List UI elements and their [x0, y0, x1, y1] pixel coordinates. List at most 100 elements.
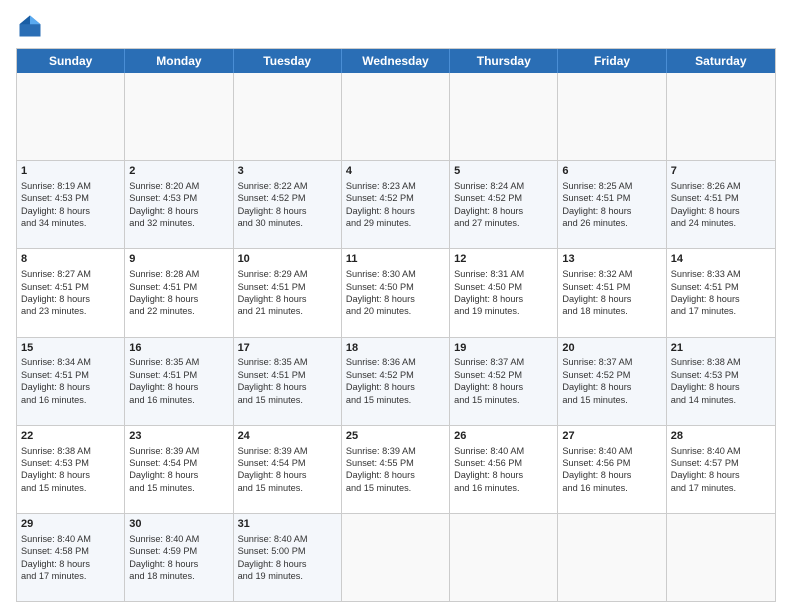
sunset-info: Sunset: 4:52 PM: [562, 370, 630, 380]
day-number: 4: [346, 164, 445, 179]
calendar-week-4: 15Sunrise: 8:34 AMSunset: 4:51 PMDayligh…: [17, 338, 775, 426]
sunset-info: Sunset: 4:51 PM: [238, 282, 306, 292]
cal-day-25: 25Sunrise: 8:39 AMSunset: 4:55 PMDayligh…: [342, 426, 450, 513]
cal-day-6: 6Sunrise: 8:25 AMSunset: 4:51 PMDaylight…: [558, 161, 666, 248]
day-number: 3: [238, 164, 337, 179]
sunrise-info: Sunrise: 8:23 AM: [346, 181, 416, 191]
daylight-hours: Daylight: 8 hours: [562, 206, 631, 216]
sunset-info: Sunset: 5:00 PM: [238, 546, 306, 556]
sunset-info: Sunset: 4:51 PM: [671, 282, 739, 292]
cal-day-12: 12Sunrise: 8:31 AMSunset: 4:50 PMDayligh…: [450, 249, 558, 336]
cal-day-27: 27Sunrise: 8:40 AMSunset: 4:56 PMDayligh…: [558, 426, 666, 513]
sunset-info: Sunset: 4:52 PM: [238, 193, 306, 203]
sunrise-info: Sunrise: 8:28 AM: [129, 269, 199, 279]
daylight-hours: Daylight: 8 hours: [129, 470, 198, 480]
cal-day-30: 30Sunrise: 8:40 AMSunset: 4:59 PMDayligh…: [125, 514, 233, 601]
day-number: 30: [129, 517, 228, 532]
header-day-saturday: Saturday: [667, 49, 775, 73]
sunrise-info: Sunrise: 8:20 AM: [129, 181, 199, 191]
daylight-hours: Daylight: 8 hours: [346, 294, 415, 304]
day-number: 2: [129, 164, 228, 179]
sunrise-info: Sunrise: 8:35 AM: [129, 357, 199, 367]
daylight-continuation: and 29 minutes.: [346, 218, 411, 228]
daylight-hours: Daylight: 8 hours: [238, 559, 307, 569]
cal-day-5: 5Sunrise: 8:24 AMSunset: 4:52 PMDaylight…: [450, 161, 558, 248]
sunset-info: Sunset: 4:51 PM: [562, 193, 630, 203]
daylight-hours: Daylight: 8 hours: [129, 559, 198, 569]
calendar-week-5: 22Sunrise: 8:38 AMSunset: 4:53 PMDayligh…: [17, 426, 775, 514]
daylight-continuation: and 19 minutes.: [238, 571, 303, 581]
sunrise-info: Sunrise: 8:40 AM: [129, 534, 199, 544]
day-number: 20: [562, 341, 661, 356]
sunrise-info: Sunrise: 8:40 AM: [562, 446, 632, 456]
sunset-info: Sunset: 4:53 PM: [21, 458, 89, 468]
daylight-hours: Daylight: 8 hours: [454, 294, 523, 304]
daylight-continuation: and 34 minutes.: [21, 218, 86, 228]
day-number: 10: [238, 252, 337, 267]
sunrise-info: Sunrise: 8:32 AM: [562, 269, 632, 279]
daylight-continuation: and 15 minutes.: [129, 483, 194, 493]
sunset-info: Sunset: 4:53 PM: [671, 370, 739, 380]
sunrise-info: Sunrise: 8:40 AM: [238, 534, 308, 544]
daylight-continuation: and 22 minutes.: [129, 306, 194, 316]
sunrise-info: Sunrise: 8:35 AM: [238, 357, 308, 367]
sunrise-info: Sunrise: 8:40 AM: [454, 446, 524, 456]
daylight-hours: Daylight: 8 hours: [21, 206, 90, 216]
daylight-hours: Daylight: 8 hours: [346, 470, 415, 480]
daylight-continuation: and 26 minutes.: [562, 218, 627, 228]
sunset-info: Sunset: 4:51 PM: [129, 282, 197, 292]
cal-day-10: 10Sunrise: 8:29 AMSunset: 4:51 PMDayligh…: [234, 249, 342, 336]
cal-cell-empty: [558, 514, 666, 601]
sunrise-info: Sunrise: 8:19 AM: [21, 181, 91, 191]
daylight-hours: Daylight: 8 hours: [454, 206, 523, 216]
daylight-hours: Daylight: 8 hours: [238, 294, 307, 304]
daylight-continuation: and 18 minutes.: [129, 571, 194, 581]
sunrise-info: Sunrise: 8:40 AM: [671, 446, 741, 456]
sunrise-info: Sunrise: 8:33 AM: [671, 269, 741, 279]
day-number: 24: [238, 429, 337, 444]
header: [16, 12, 776, 40]
sunset-info: Sunset: 4:53 PM: [21, 193, 89, 203]
daylight-continuation: and 19 minutes.: [454, 306, 519, 316]
daylight-continuation: and 15 minutes.: [21, 483, 86, 493]
daylight-continuation: and 18 minutes.: [562, 306, 627, 316]
sunset-info: Sunset: 4:51 PM: [671, 193, 739, 203]
day-number: 1: [21, 164, 120, 179]
cal-day-28: 28Sunrise: 8:40 AMSunset: 4:57 PMDayligh…: [667, 426, 775, 513]
daylight-hours: Daylight: 8 hours: [346, 382, 415, 392]
sunset-info: Sunset: 4:56 PM: [562, 458, 630, 468]
day-number: 28: [671, 429, 771, 444]
daylight-continuation: and 15 minutes.: [346, 483, 411, 493]
sunset-info: Sunset: 4:50 PM: [346, 282, 414, 292]
daylight-continuation: and 21 minutes.: [238, 306, 303, 316]
calendar-header: SundayMondayTuesdayWednesdayThursdayFrid…: [17, 49, 775, 73]
cal-cell-empty: [342, 73, 450, 160]
daylight-continuation: and 24 minutes.: [671, 218, 736, 228]
daylight-continuation: and 17 minutes.: [671, 306, 736, 316]
sunset-info: Sunset: 4:56 PM: [454, 458, 522, 468]
logo: [16, 12, 48, 40]
daylight-hours: Daylight: 8 hours: [671, 470, 740, 480]
day-number: 22: [21, 429, 120, 444]
sunrise-info: Sunrise: 8:36 AM: [346, 357, 416, 367]
calendar-week-3: 8 Sunrise: 8:27 AM Sunset: 4:51 PM Daylight…: [17, 249, 775, 337]
sunrise-info: Sunrise: 8:27 AM: [21, 269, 91, 279]
cal-day-20: 20Sunrise: 8:37 AMSunset: 4:52 PMDayligh…: [558, 338, 666, 425]
cal-cell-empty: [450, 73, 558, 160]
cal-day-17: 17Sunrise: 8:35 AMSunset: 4:51 PMDayligh…: [234, 338, 342, 425]
sunset-info: Sunset: 4:52 PM: [454, 370, 522, 380]
cal-cell-empty: [17, 73, 125, 160]
daylight-continuation: and 15 minutes.: [454, 395, 519, 405]
daylight-hours: Daylight: 8 hours: [129, 206, 198, 216]
day-number: 8: [21, 252, 120, 267]
sunrise-info: Sunrise: 8:39 AM: [238, 446, 308, 456]
daylight-continuation: and 16 minutes.: [129, 395, 194, 405]
daylight-continuation: and 32 minutes.: [129, 218, 194, 228]
sunset-info: Sunset: 4:51 PM: [562, 282, 630, 292]
cal-day-2: 2Sunrise: 8:20 AMSunset: 4:53 PMDaylight…: [125, 161, 233, 248]
cal-cell-empty: [558, 73, 666, 160]
sunset-info: Sunset: 4:51 PM: [21, 282, 89, 292]
logo-icon: [16, 12, 44, 40]
cal-day-7: 7Sunrise: 8:26 AMSunset: 4:51 PMDaylight…: [667, 161, 775, 248]
daylight-hours: Daylight: 8 hours: [671, 206, 740, 216]
